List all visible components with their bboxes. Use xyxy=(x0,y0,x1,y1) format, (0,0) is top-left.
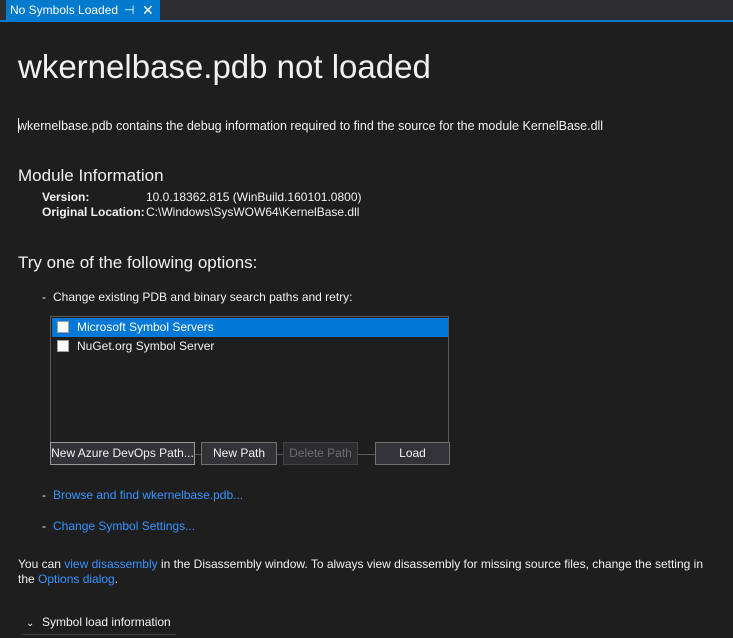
options-dialog-link[interactable]: Options dialog xyxy=(38,572,115,586)
close-icon[interactable]: ✕ xyxy=(142,0,154,21)
list-item-nuget-symbol-server[interactable]: NuGet.org Symbol Server xyxy=(52,337,448,356)
list-item-microsoft-symbol-servers[interactable]: Microsoft Symbol Servers xyxy=(52,318,448,337)
view-disassembly-link[interactable]: view disassembly xyxy=(64,557,157,571)
list-item-label: Microsoft Symbol Servers xyxy=(77,320,214,334)
symbol-load-info-expander[interactable]: ⌄ Symbol load information xyxy=(26,615,171,629)
bullet-dash: - xyxy=(42,290,46,304)
tab-no-symbols-loaded[interactable]: No Symbols Loaded ⊣ ✕ xyxy=(6,0,160,22)
new-path-button[interactable]: New Path xyxy=(201,442,277,465)
bullet-dash: - xyxy=(42,488,46,502)
symbol-server-list[interactable]: Microsoft Symbol Servers NuGet.org Symbo… xyxy=(50,316,449,455)
pin-icon[interactable]: ⊣ xyxy=(124,0,134,21)
location-label: Original Location: xyxy=(42,205,145,219)
change-paths-text: Change existing PDB and binary search pa… xyxy=(53,290,353,304)
module-info-heading: Module Information xyxy=(18,166,164,185)
location-value: C:\Windows\SysWOW64\KernelBase.dll xyxy=(146,205,360,219)
checkbox[interactable] xyxy=(57,321,69,333)
change-symbol-settings-link[interactable]: Change Symbol Settings... xyxy=(53,519,195,533)
version-value: 10.0.18362.815 (WinBuild.160101.0800) xyxy=(146,190,362,204)
divider xyxy=(22,634,176,635)
delete-path-button[interactable]: Delete Path xyxy=(283,442,358,465)
no-symbols-page: wkernelbase.pdb not loaded wkernelbase.p… xyxy=(0,22,733,638)
chevron-down-icon: ⌄ xyxy=(26,618,35,629)
settings-item: - Change Symbol Settings... xyxy=(42,519,195,533)
page-title: wkernelbase.pdb not loaded xyxy=(18,48,431,85)
browse-item: - Browse and find wkernelbase.pdb... xyxy=(42,488,243,502)
load-button[interactable]: Load xyxy=(375,442,450,465)
disassembly-suffix: . xyxy=(114,572,119,586)
new-azure-devops-path-button[interactable]: New Azure DevOps Path... xyxy=(50,442,195,465)
symbol-load-info-label: Symbol load information xyxy=(42,615,171,629)
tab-title: No Symbols Loaded xyxy=(10,3,119,17)
browse-pdb-link[interactable]: Browse and find wkernelbase.pdb... xyxy=(53,488,243,502)
options-heading: Try one of the following options: xyxy=(18,253,258,272)
checkbox[interactable] xyxy=(57,340,69,352)
bullet-dash: - xyxy=(42,519,46,533)
disassembly-prefix: You can xyxy=(18,557,65,571)
document-tab-strip: No Symbols Loaded ⊣ ✕ xyxy=(0,0,733,22)
change-paths-item: - Change existing PDB and binary search p… xyxy=(42,290,353,304)
list-item-label: NuGet.org Symbol Server xyxy=(77,339,215,353)
disassembly-paragraph: You can view disassembly in the Disassem… xyxy=(18,557,718,587)
page-description: wkernelbase.pdb contains the debug infor… xyxy=(18,119,604,133)
version-label: Version: xyxy=(42,190,90,204)
